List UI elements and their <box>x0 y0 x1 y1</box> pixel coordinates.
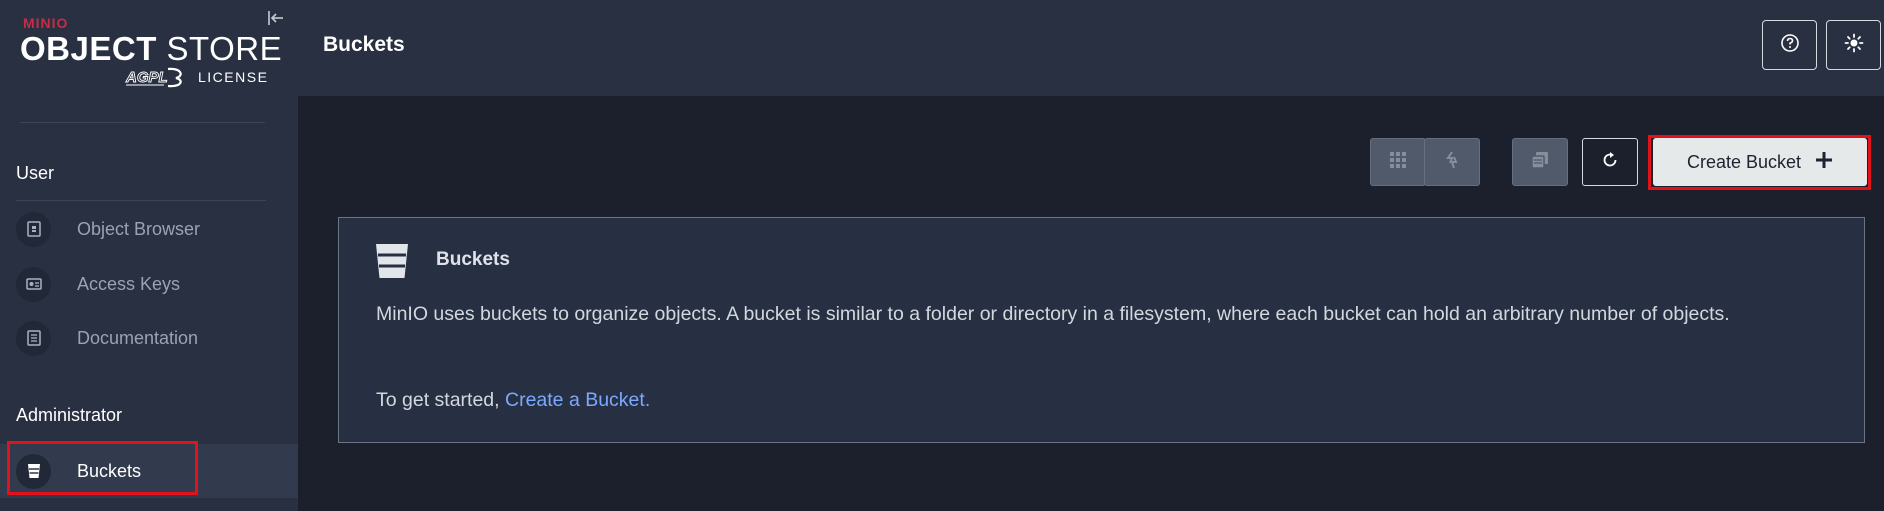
sidebar-item-object-browser[interactable]: Object Browser <box>0 204 298 254</box>
replication-icon <box>1443 150 1461 175</box>
grid-view-button[interactable] <box>1370 138 1426 186</box>
sidebar-item-label: Object Browser <box>77 218 201 239</box>
brand-title: OBJECT STORE <box>20 30 282 68</box>
help-icon <box>1780 33 1800 58</box>
sidebar-item-documentation[interactable]: Documentation <box>0 313 298 363</box>
help-button[interactable] <box>1762 20 1817 70</box>
brand-minio-logo: MINIO <box>23 15 69 31</box>
license-label: LICENSE <box>198 69 269 85</box>
refresh-icon <box>1601 151 1619 174</box>
highlight-box <box>1648 135 1871 190</box>
sidebar-section-user: User <box>16 163 55 183</box>
bucket-icon <box>375 243 409 284</box>
sidebar-item-label: Documentation <box>77 327 199 348</box>
card-title: Buckets <box>436 249 510 270</box>
create-bucket-link[interactable]: Create a Bucket. <box>505 389 650 411</box>
sidebar-divider <box>16 200 266 201</box>
sidebar-item-access-keys[interactable]: Access Keys <box>0 259 298 309</box>
sidebar-divider <box>20 122 265 123</box>
lifecycle-button[interactable] <box>1512 138 1568 186</box>
page-header: Buckets <box>298 0 1884 96</box>
replication-button[interactable] <box>1424 138 1480 186</box>
agpl-text: AGPL <box>125 69 168 86</box>
agpl-logo: AGPL <box>124 66 186 88</box>
brand-title-bold: OBJECT <box>20 30 157 67</box>
documentation-icon <box>16 320 51 356</box>
access-keys-icon <box>16 266 51 302</box>
card-get-started: To get started, Create a Bucket. <box>376 389 650 412</box>
lifecycle-icon <box>1531 151 1549 174</box>
sidebar-section-administrator: Administrator <box>16 405 123 425</box>
sidebar-item-label: Access Keys <box>77 273 181 294</box>
grid-icon <box>1389 151 1407 174</box>
sidebar: MINIO OBJECT STORE AGPL LICENSE User Obj… <box>0 0 298 511</box>
object-browser-icon <box>16 211 51 247</box>
sun-icon <box>1844 33 1864 58</box>
theme-toggle-button[interactable] <box>1826 20 1881 70</box>
card-description: MinIO uses buckets to organize objects. … <box>376 303 1730 325</box>
page-title: Buckets <box>323 33 405 56</box>
collapse-sidebar-icon[interactable] <box>266 8 286 28</box>
brand-title-light: STORE <box>166 30 283 67</box>
get-started-prefix: To get started, <box>376 389 500 411</box>
refresh-button[interactable] <box>1582 138 1638 186</box>
buckets-info-card: Buckets MinIO uses buckets to organize o… <box>338 217 1865 443</box>
highlight-box <box>7 441 198 495</box>
brand-license: AGPL LICENSE <box>124 66 268 88</box>
